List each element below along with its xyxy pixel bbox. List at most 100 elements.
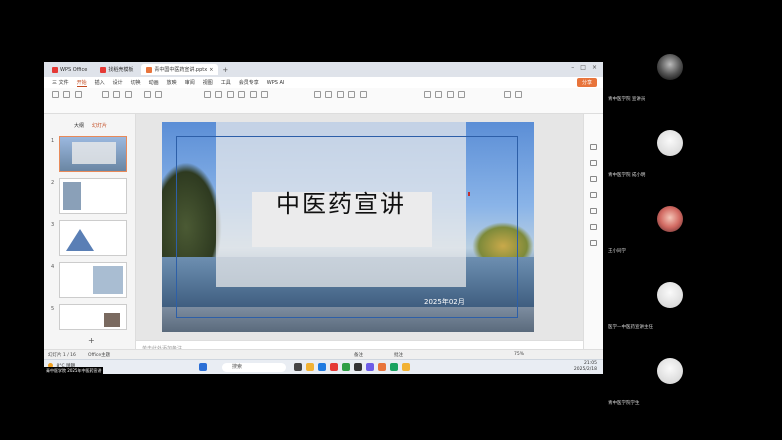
slide-thumbnail-2[interactable] [59,178,127,214]
slide-number: 4 [51,264,55,270]
notes-toggle[interactable]: 备注 [354,352,363,358]
meeting-app-icon[interactable] [390,363,398,371]
taskbar-search[interactable]: 搜索 [222,363,286,372]
slide-frame-border [176,136,518,318]
reset-icon[interactable] [124,91,132,98]
tab-template[interactable]: 找稻壳模板 [95,64,138,75]
bullets-icon[interactable] [314,91,321,98]
tab-slides[interactable]: 幻灯片 [92,122,107,129]
slide-thumbnail-3[interactable] [59,220,127,256]
menu-transition[interactable]: 切换 [131,79,141,86]
browser-tab-bar: WPS Office 找稻壳模板 青中国中医药宣讲.pptx × + – □ × [44,62,603,77]
task-view-icon[interactable] [294,363,302,371]
more-icon[interactable] [590,240,597,246]
app-icon[interactable] [354,363,362,371]
picture-panel-icon[interactable] [590,192,597,198]
participant-avatar[interactable] [657,282,683,308]
strikethrough-icon[interactable] [238,91,246,98]
align-center-icon[interactable] [348,91,356,98]
select-icon[interactable] [515,91,523,98]
menu-insert[interactable]: 插入 [95,79,105,86]
file-explorer-icon[interactable] [306,363,314,371]
menu-home[interactable]: 开始 [76,79,87,87]
design-icon[interactable] [590,144,597,150]
edge-icon[interactable] [318,363,326,371]
menu-design[interactable]: 设计 [113,79,123,86]
slide-number: 5 [51,306,55,312]
menu-review[interactable]: 审阅 [185,79,195,86]
template-logo-icon [100,66,107,73]
slide-thumbnail-4[interactable] [59,262,127,298]
system-clock[interactable]: 21:05 2025/2/18 [574,361,597,373]
help-icon[interactable] [590,224,597,230]
menu-tools[interactable]: 工具 [221,79,231,86]
tab-presentation[interactable]: 青中国中医药宣讲.pptx × [141,64,219,75]
participant-avatar[interactable] [657,358,683,384]
italic-icon[interactable] [215,91,223,98]
new-tab-icon[interactable]: + [222,66,228,74]
close-tab-icon[interactable]: × [209,67,213,73]
comment-toggle[interactable]: 批注 [394,352,403,358]
right-tool-panel [583,114,603,354]
menu-member[interactable]: 会员专享 [239,79,259,86]
zoom-level[interactable]: 75% [514,352,524,357]
slide-date[interactable]: 2025年02月 [424,297,465,307]
slide-editing-canvas: 中医药宣讲 2025年02月 [136,114,583,354]
powerpoint-icon[interactable] [378,363,386,371]
app-icon[interactable] [402,363,410,371]
slide-number: 3 [51,222,55,228]
menu-file[interactable]: 三 文件 [52,79,69,86]
app-icon[interactable] [342,363,350,371]
participant-name: 青中医学院学生 [608,401,640,406]
shape-icon[interactable] [424,91,431,98]
new-slide-icon[interactable] [102,91,109,98]
arrange-icon[interactable] [458,91,466,98]
menu-slideshow[interactable]: 放映 [167,79,177,86]
tab-outline[interactable]: 大纲 [74,122,84,129]
animation-icon[interactable] [590,160,597,166]
find-icon[interactable] [504,91,511,98]
participant-avatar[interactable] [657,130,683,156]
tab-wps-office[interactable]: WPS Office [47,64,92,75]
slide-thumbnail-5[interactable] [59,304,127,330]
font-color-icon[interactable] [249,91,257,98]
ribbon-editing [504,91,525,98]
slide-thumbnail-1[interactable] [59,136,127,172]
ribbon-drawing [424,91,468,98]
window-controls: – □ × [571,64,597,71]
picture-icon[interactable] [446,91,454,98]
windows-start-icon[interactable] [199,363,207,371]
settings-icon[interactable] [590,208,597,214]
reuse-icon[interactable] [155,91,163,98]
bold-icon[interactable] [204,91,211,98]
wps-icon[interactable] [330,363,338,371]
section-icon[interactable] [144,91,151,98]
paste-icon[interactable] [52,91,59,98]
shape-panel-icon[interactable] [590,176,597,182]
add-slide-icon[interactable]: + [88,336,95,345]
share-button[interactable]: 分享 [576,78,597,87]
participant-name: 医学—中医药宣讲主任 [608,325,653,330]
minimize-icon[interactable]: – [571,64,574,71]
app-icon[interactable] [366,363,374,371]
participant-avatar[interactable] [657,54,683,80]
format-painter-icon[interactable] [74,91,82,98]
ribbon-slides [102,91,135,98]
align-left-icon[interactable] [336,91,344,98]
maximize-icon[interactable]: □ [580,64,586,71]
menu-view[interactable]: 视图 [203,79,213,86]
participant-name: 王小同学 [608,249,626,254]
textbox-icon[interactable] [435,91,443,98]
participant-avatar[interactable] [657,206,683,232]
menu-animation[interactable]: 动画 [149,79,159,86]
thumbnail-image [63,182,81,210]
underline-icon[interactable] [226,91,234,98]
highlight-icon[interactable] [261,91,269,98]
menu-wps-ai[interactable]: WPS AI [267,80,285,86]
layout-icon[interactable] [113,91,121,98]
numbering-icon[interactable] [325,91,333,98]
align-right-icon[interactable] [359,91,367,98]
close-window-icon[interactable]: × [592,64,597,71]
cut-icon[interactable] [63,91,71,98]
current-slide[interactable]: 中医药宣讲 2025年02月 [162,122,534,332]
